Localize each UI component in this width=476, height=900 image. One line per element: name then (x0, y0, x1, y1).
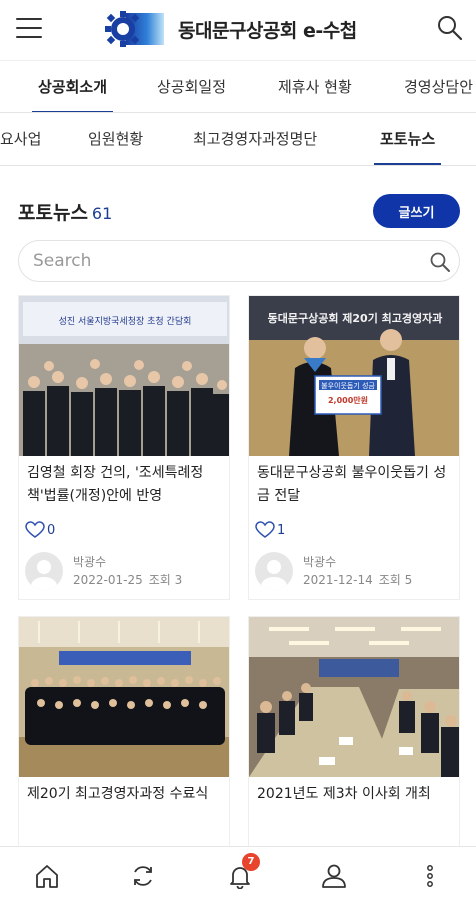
tab-intro[interactable]: 상공회소개 (31, 61, 114, 112)
heart-icon[interactable] (25, 521, 45, 539)
app-header: 동대문구상공회 e-수첩 (0, 0, 476, 60)
author-name: 박광수 (303, 555, 337, 569)
sign-amount-text: 2,000만원 (328, 395, 368, 405)
hamburger-menu-icon[interactable] (16, 18, 42, 40)
search-bar (18, 240, 460, 282)
notification-badge: 7 (242, 853, 260, 871)
view-count: 조회 5 (378, 573, 413, 587)
avatar (255, 552, 293, 590)
tab-executives[interactable]: 임원현황 (88, 113, 143, 165)
default-avatar-icon (31, 560, 57, 590)
meeting-photo-image (249, 617, 459, 777)
post-meta: 박광수 2022-01-25 조회 3 (73, 553, 182, 589)
like-count: 0 (47, 522, 56, 538)
post-title[interactable]: 제20기 최고경영자과정 수료식 (19, 777, 229, 829)
photo-card[interactable]: 2021년도 제3차 이사회 개최 (248, 616, 460, 856)
graduation-photo-image (19, 617, 229, 777)
write-button[interactable]: 글쓰기 (373, 194, 460, 228)
tab-schedule[interactable]: 상공회일정 (157, 61, 226, 112)
search-icon[interactable] (436, 14, 464, 42)
post-meta: 박광수 2021-12-14 조회 5 (303, 553, 412, 589)
author-info: 박광수 2022-01-25 조회 3 (25, 552, 182, 590)
avatar (25, 552, 63, 590)
gear-logo-icon (105, 11, 164, 47)
post-count: 61 (91, 204, 113, 223)
app-title: 동대문구상공회 e-수첩 (178, 19, 357, 42)
photo-thumbnail[interactable] (249, 617, 459, 777)
like-count: 1 (277, 522, 286, 538)
post-date: 2021-12-14 (303, 573, 373, 587)
photo-banner-text: 동대문구상공회 제20기 최고경영자과 (268, 311, 443, 325)
photo-card[interactable]: 제20기 최고경영자과정 수료식 (18, 616, 230, 856)
tab-ceo-course-list[interactable]: 최고경영자과정명단 (193, 113, 317, 165)
tab-photo-news[interactable]: 포토뉴스 (373, 113, 442, 165)
search-input[interactable] (33, 241, 413, 281)
heart-icon[interactable] (255, 521, 275, 539)
post-title[interactable]: 동대문구상공회 불우이웃돕기 성금 전달 (249, 456, 459, 508)
post-date: 2022-01-25 (73, 573, 143, 587)
photo-thumbnail[interactable]: 성진 서울지방국세청장 초청 간담회 (19, 296, 229, 456)
sign-title-text: 불우이웃돕기 성금 (321, 381, 375, 390)
view-count: 조회 3 (148, 573, 183, 587)
default-avatar-icon (261, 560, 287, 590)
photo-banner-text: 성진 서울지방국세청장 초청 간담회 (59, 315, 192, 327)
tab-partners[interactable]: 제휴사 현황 (278, 61, 352, 112)
notifications-button[interactable]: 7 (226, 853, 260, 890)
post-title[interactable]: 2021년도 제3차 이사회 개최 (249, 777, 459, 829)
refresh-icon[interactable] (129, 863, 157, 889)
group-photo-image: 성진 서울지방국세청장 초청 간담회 (19, 296, 229, 456)
tab-consulting[interactable]: 경영상담안 (404, 61, 473, 112)
tab-main-business[interactable]: 요사업 (0, 113, 41, 165)
like-counter[interactable]: 0 (25, 521, 55, 539)
author-name: 박광수 (73, 555, 107, 569)
photo-card[interactable]: 동대문구상공회 제20기 최고경영자과 불우이웃돕기 성금 2,000만원 동대… (248, 295, 460, 600)
photo-thumbnail[interactable] (19, 617, 229, 777)
bottom-nav-bar: 7 (0, 846, 476, 900)
more-vertical-icon[interactable] (416, 863, 444, 889)
page-title: 포토뉴스 61 (18, 198, 112, 225)
section-title-text: 포토뉴스 (18, 202, 88, 224)
author-info: 박광수 2021-12-14 조회 5 (255, 552, 412, 590)
app-logo[interactable]: 동대문구상공회 e-수첩 (104, 10, 357, 48)
home-icon[interactable] (33, 863, 61, 889)
search-icon[interactable] (429, 251, 451, 273)
like-counter[interactable]: 1 (255, 521, 285, 539)
primary-tab-bar: 상공회소개 상공회일정 제휴사 현황 경영상담안 (0, 60, 476, 113)
photo-thumbnail[interactable]: 동대문구상공회 제20기 최고경영자과 불우이웃돕기 성금 2,000만원 (249, 296, 459, 456)
donation-photo-image: 동대문구상공회 제20기 최고경영자과 불우이웃돕기 성금 2,000만원 (249, 296, 459, 456)
secondary-tab-bar: 요사업 임원현황 최고경영자과정명단 포토뉴스 (0, 113, 476, 166)
photo-card[interactable]: 성진 서울지방국세청장 초청 간담회 김영철 회장 건의, '조세특례정책'법률… (18, 295, 230, 600)
post-title[interactable]: 김영철 회장 건의, '조세특례정책'법률(개정)안에 반영 (19, 456, 229, 508)
user-icon[interactable] (320, 863, 348, 889)
